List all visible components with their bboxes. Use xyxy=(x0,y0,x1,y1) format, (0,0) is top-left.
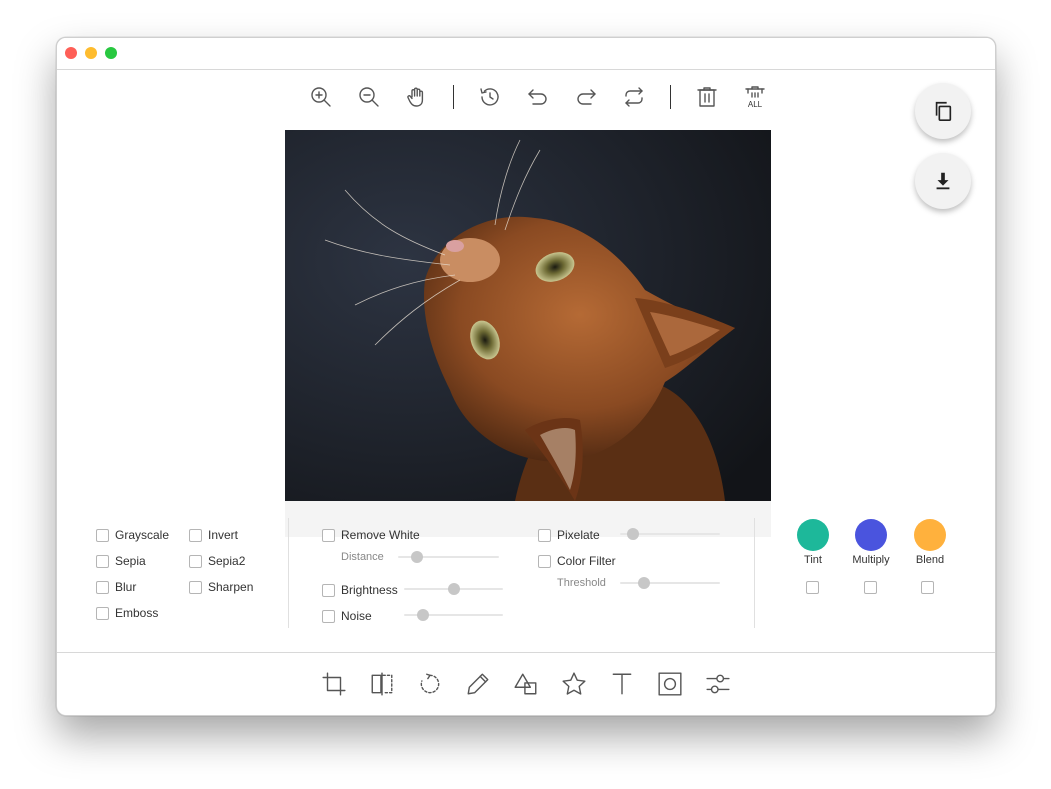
flip-icon[interactable] xyxy=(358,667,406,701)
sepia-option[interactable]: Sepia xyxy=(96,554,146,568)
close-window-button[interactable] xyxy=(65,47,77,59)
brightness-checkbox[interactable] xyxy=(322,583,335,597)
filters-panel: Grayscale Invert Sepia Sepia2 Blur Sharp… xyxy=(57,518,995,628)
noise-slider[interactable] xyxy=(404,609,503,621)
minimize-window-button[interactable] xyxy=(85,47,97,59)
invert-option[interactable]: Invert xyxy=(189,528,238,542)
noise-option[interactable]: Noise xyxy=(322,609,372,623)
toolbar-divider xyxy=(453,85,454,109)
grayscale-checkbox[interactable] xyxy=(96,528,109,542)
blend-color-swatch[interactable] xyxy=(914,519,946,551)
zoom-in-icon[interactable] xyxy=(297,82,345,112)
filter-icon[interactable] xyxy=(694,667,742,701)
distance-label: Distance xyxy=(341,551,384,563)
threshold-slider[interactable] xyxy=(620,577,720,589)
delete-icon[interactable] xyxy=(683,82,731,112)
slider-thumb[interactable] xyxy=(448,583,460,595)
color-filter-option[interactable]: Color Filter xyxy=(538,554,616,568)
slider-track xyxy=(620,582,720,584)
sepia2-checkbox[interactable] xyxy=(189,554,202,568)
undo-icon[interactable] xyxy=(514,82,562,112)
blur-option[interactable]: Blur xyxy=(96,580,136,594)
svg-text:ALL: ALL xyxy=(748,100,763,109)
cat-photo xyxy=(285,130,771,501)
slider-thumb[interactable] xyxy=(411,551,423,563)
distance-slider[interactable] xyxy=(398,551,499,563)
image-editor-window: ALL Grayscale Invert Sepia Sepia2 Blur S… xyxy=(56,37,996,716)
title-bar xyxy=(57,38,995,70)
rotate-icon[interactable] xyxy=(406,667,454,701)
pixelate-slider[interactable] xyxy=(620,528,720,540)
reset-icon[interactable] xyxy=(610,82,658,112)
slider-thumb[interactable] xyxy=(417,609,429,621)
multiply-checkbox[interactable] xyxy=(864,581,877,594)
delete-all-icon[interactable]: ALL xyxy=(731,82,779,112)
tint-color-swatch[interactable] xyxy=(797,519,829,551)
remove-white-option[interactable]: Remove White xyxy=(322,528,420,542)
brightness-slider[interactable] xyxy=(404,583,503,595)
emboss-option[interactable]: Emboss xyxy=(96,606,158,620)
slider-thumb[interactable] xyxy=(627,528,639,540)
remove-white-checkbox[interactable] xyxy=(322,528,335,542)
slider-thumb[interactable] xyxy=(638,577,650,589)
color-filter-checkbox[interactable] xyxy=(538,554,551,568)
zoom-out-icon[interactable] xyxy=(345,82,393,112)
filters-divider xyxy=(288,518,289,628)
download-icon xyxy=(936,172,950,190)
copy-icon xyxy=(935,101,952,121)
copy-button[interactable] xyxy=(915,83,971,139)
redo-icon[interactable] xyxy=(562,82,610,112)
brightness-option[interactable]: Brightness xyxy=(322,583,398,597)
pixelate-option[interactable]: Pixelate xyxy=(538,528,600,542)
threshold-label: Threshold xyxy=(557,577,606,589)
invert-checkbox[interactable] xyxy=(189,528,202,542)
emboss-checkbox[interactable] xyxy=(96,606,109,620)
grayscale-option[interactable]: Grayscale xyxy=(96,528,169,542)
history-icon[interactable] xyxy=(466,82,514,112)
pixelate-checkbox[interactable] xyxy=(538,528,551,542)
filters-divider xyxy=(754,518,755,628)
multiply-label: Multiply xyxy=(852,554,890,566)
sharpen-option[interactable]: Sharpen xyxy=(189,580,253,594)
text-icon[interactable] xyxy=(598,667,646,701)
blend-label: Blend xyxy=(915,554,945,566)
shape-icon[interactable] xyxy=(502,667,550,701)
crop-icon[interactable] xyxy=(310,667,358,701)
sepia2-option[interactable]: Sepia2 xyxy=(189,554,245,568)
toolbar-divider xyxy=(670,85,671,109)
top-toolbar: ALL xyxy=(297,82,779,112)
tint-checkbox[interactable] xyxy=(806,581,819,594)
multiply-color-swatch[interactable] xyxy=(855,519,887,551)
sepia-checkbox[interactable] xyxy=(96,554,109,568)
draw-icon[interactable] xyxy=(454,667,502,701)
image-canvas[interactable] xyxy=(285,130,771,501)
download-button[interactable] xyxy=(915,153,971,209)
pan-hand-icon[interactable] xyxy=(393,82,441,112)
blend-checkbox[interactable] xyxy=(921,581,934,594)
noise-checkbox[interactable] xyxy=(322,609,335,623)
zoom-window-button[interactable] xyxy=(105,47,117,59)
tint-label: Tint xyxy=(804,554,822,566)
bottom-toolbar xyxy=(57,652,995,715)
sharpen-checkbox[interactable] xyxy=(189,580,202,594)
icon-tool-icon[interactable] xyxy=(550,667,598,701)
blur-checkbox[interactable] xyxy=(96,580,109,594)
mask-icon[interactable] xyxy=(646,667,694,701)
